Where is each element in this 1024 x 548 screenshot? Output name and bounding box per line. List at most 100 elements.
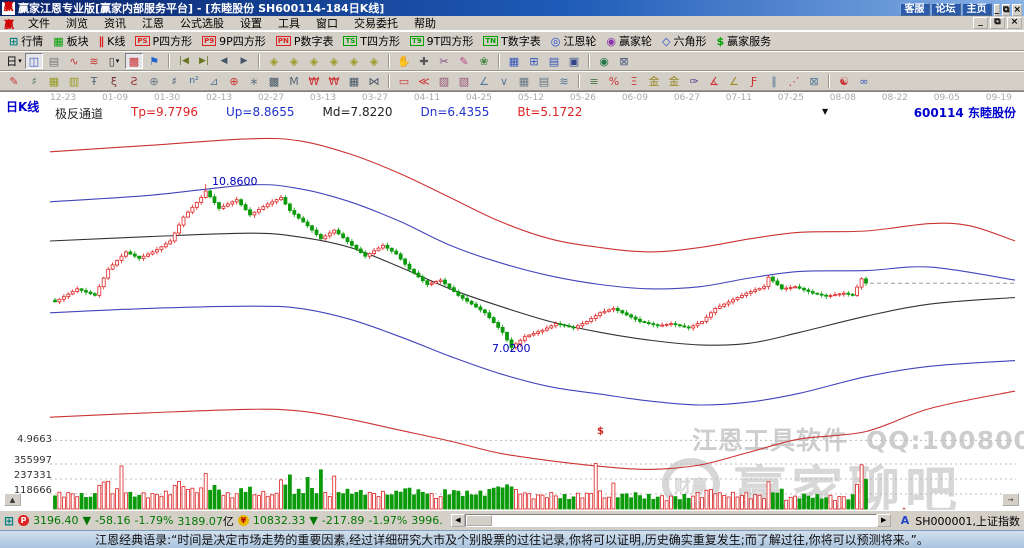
target-icon[interactable]: ⊕	[225, 73, 243, 89]
p-square-button[interactable]: PS P四方形	[130, 32, 197, 50]
tile-windows-icon[interactable]: ◫	[25, 53, 43, 69]
hexagon-button[interactable]: ◇ 六角形	[657, 32, 711, 50]
marker-icon[interactable]: Ƨ	[125, 73, 143, 89]
globe-disk-icon[interactable]: ◉	[595, 53, 613, 69]
waves-icon[interactable]: ≋	[555, 73, 573, 89]
first-bar-icon[interactable]: |◀	[175, 53, 193, 69]
mail-pc-icon[interactable]: ⊠	[615, 53, 633, 69]
prev-bar-icon[interactable]: ◀	[215, 53, 233, 69]
gann-grid-icon[interactable]: ▦	[45, 73, 63, 89]
child-close-button[interactable]: ×	[1007, 17, 1022, 29]
shaded-box2-icon[interactable]: ▧	[455, 73, 473, 89]
m-wave-icon[interactable]: M	[285, 73, 303, 89]
titlebar-quick-button[interactable]: 主页	[961, 2, 992, 16]
gann-diamond-3-icon[interactable]: ◈	[305, 53, 323, 69]
chart-scroll-right-button[interactable]: →	[1002, 493, 1019, 506]
scissors-icon[interactable]: ✂	[435, 53, 453, 69]
triangle-ruler-icon[interactable]: ⊿	[205, 73, 223, 89]
percent-icon[interactable]: %	[605, 73, 623, 89]
gann-diamond-4-icon[interactable]: ◈	[325, 53, 343, 69]
t-number-table-button[interactable]: TN T数字表	[478, 32, 545, 50]
hand-tool-icon[interactable]: ✋	[395, 53, 413, 69]
menu-item[interactable]: 工具	[270, 16, 308, 31]
gold-angle-icon[interactable]: ∠	[725, 73, 743, 89]
bar-chart-icon[interactable]: ≋	[85, 53, 103, 69]
gann-wheel-button[interactable]: ◎ 江恩轮	[546, 32, 602, 50]
circle-cross-icon[interactable]: ⊕	[145, 73, 163, 89]
close-button[interactable]: ×	[1012, 3, 1022, 16]
9t-square-button[interactable]: T9 9T四方形	[405, 32, 478, 50]
market-quotes-button[interactable]: ⊞ 行情	[4, 32, 48, 50]
arrow-grid-icon[interactable]: ₩	[305, 73, 323, 89]
flower-icon[interactable]: ❀	[475, 53, 493, 69]
menu-item[interactable]: 交易委托	[346, 16, 406, 31]
speed-line-icon[interactable]: ⋰	[785, 73, 803, 89]
save-icon[interactable]: ▣	[565, 53, 583, 69]
period-day-dropdown[interactable]: 日 ▾	[5, 53, 23, 69]
rect-frame-icon[interactable]: ▭	[395, 73, 413, 89]
infinity-icon[interactable]: ∞	[855, 73, 873, 89]
f-ruler-icon[interactable]: Ƒ	[745, 73, 763, 89]
last-bar-icon[interactable]: ▶|	[195, 53, 213, 69]
restore-button[interactable]: ⧉	[1002, 3, 1011, 16]
chart-area[interactable]: 江恩工具软件QQ:100800360 赢家聊吧 财赢 日K线 12-2301-0…	[0, 91, 1024, 510]
pane-splitter-button[interactable]: ▲	[4, 493, 21, 506]
titlebar-quick-button[interactable]: 论坛	[930, 2, 961, 16]
child-minimize-button[interactable]: _	[973, 17, 988, 29]
menu-item[interactable]: 设置	[232, 16, 270, 31]
indicator-name[interactable]: 极反通道	[55, 105, 103, 122]
menu-item[interactable]: 文件	[20, 16, 58, 31]
status-scrollbar[interactable]: ◀ ▶	[450, 514, 891, 527]
colored-flag-icon[interactable]: ⚑	[145, 53, 163, 69]
lined-box-icon[interactable]: ▤	[535, 73, 553, 89]
p-number-table-button[interactable]: PN P数字表	[271, 32, 339, 50]
menu-item[interactable]: 江恩	[134, 16, 172, 31]
angle-icon[interactable]: ∠	[475, 73, 493, 89]
calculator-icon[interactable]: ⊞	[525, 53, 543, 69]
child-restore-button[interactable]: ⧉	[990, 17, 1005, 29]
menu-item[interactable]: 窗口	[308, 16, 346, 31]
gann-diamond-2-icon[interactable]: ◈	[285, 53, 303, 69]
box-grid-icon[interactable]: ▦	[345, 73, 363, 89]
asterisk-lines-icon[interactable]: ∗	[245, 73, 263, 89]
scroll-right-arrow[interactable]: ▶	[876, 514, 891, 527]
menu-item[interactable]: 浏览	[58, 16, 96, 31]
scroll-left-arrow[interactable]: ◀	[450, 514, 465, 527]
slant-icon[interactable]: ∥	[765, 73, 783, 89]
gann-grid2-icon[interactable]: ▥	[65, 73, 83, 89]
index-pick-icon[interactable]: A	[899, 508, 912, 527]
9p-square-button[interactable]: P9 9P四方形	[197, 32, 271, 50]
ink-pen-icon[interactable]: ✑	[685, 73, 703, 89]
crosshair-plus-icon[interactable]: ✚	[415, 53, 433, 69]
arrow-grid2-icon[interactable]: ₩	[325, 73, 343, 89]
scroll-track[interactable]	[464, 514, 877, 527]
dense-grid-icon[interactable]: ▩	[265, 73, 283, 89]
golden-section-icon[interactable]: 金	[645, 73, 663, 89]
fan-lines-icon[interactable]: ≪	[415, 73, 433, 89]
golden-box-icon[interactable]: 金	[665, 73, 683, 89]
notebook-icon[interactable]: ▤	[545, 53, 563, 69]
price-levels-icon[interactable]: ≡	[585, 73, 603, 89]
menu-item[interactable]: 帮助	[406, 16, 444, 31]
time-ruler-icon[interactable]: Ŧ	[85, 73, 103, 89]
zigzag-icon[interactable]: ∨	[495, 73, 513, 89]
candle-style-dropdown[interactable]: ▯ ▾	[105, 53, 123, 69]
grid-lines-icon[interactable]: ♯	[25, 73, 43, 89]
t-square-button[interactable]: TS T四方形	[338, 32, 405, 50]
menu-item[interactable]: 资讯	[96, 16, 134, 31]
kline-chart-canvas[interactable]	[0, 92, 1024, 510]
winner-wheel-button[interactable]: ◉ 赢家轮	[601, 32, 657, 50]
menu-item[interactable]: 公式选股	[172, 16, 232, 31]
yin-yang-icon[interactable]: ☯	[835, 73, 853, 89]
gann-diamond-6-icon[interactable]: ◈	[365, 53, 383, 69]
calendar-icon[interactable]: ▦	[505, 53, 523, 69]
market-grid-icon[interactable]: ⊞	[4, 514, 14, 528]
next-bar-icon[interactable]: ▶	[235, 53, 253, 69]
kline-view-icon[interactable]: ▩	[125, 53, 143, 69]
line-chart-icon[interactable]: ∿	[65, 53, 83, 69]
grid-box-icon[interactable]: ▦	[515, 73, 533, 89]
minimize-button[interactable]: _	[993, 3, 1001, 16]
kline-button[interactable]: ∥ K线	[94, 32, 131, 50]
titlebar-quick-button[interactable]: 客服	[899, 2, 930, 16]
info-panel-icon[interactable]: ▤	[45, 53, 63, 69]
